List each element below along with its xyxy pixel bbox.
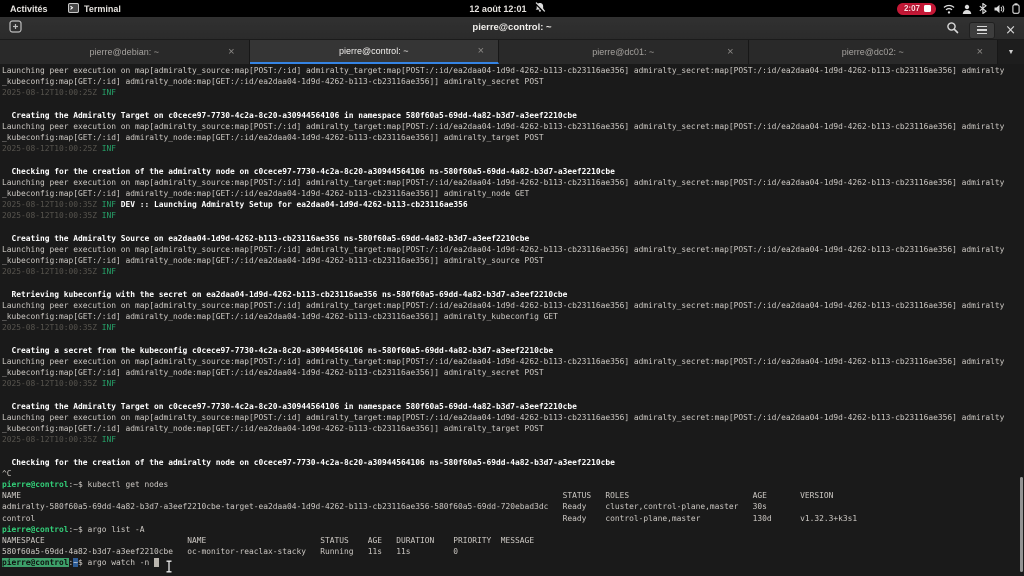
- terminal-line: Launching peer execution on map[admiralt…: [2, 300, 1024, 311]
- terminal-app-icon: [68, 3, 79, 15]
- terminal-line: Launching peer execution on map[admiralt…: [2, 177, 1024, 188]
- terminal-line: 2025-08-12T10:00:35Z INF: [2, 266, 1024, 277]
- terminal-line: Creating the Admiralty Target on c0cece9…: [2, 110, 1024, 121]
- window-title: pierre@control: ~: [0, 22, 1024, 33]
- terminal-line: Launching peer execution on map[admiralt…: [2, 121, 1024, 132]
- terminal-line: [2, 334, 1024, 345]
- terminal-line: Retrieving kubeconfig with the secret on…: [2, 289, 1024, 300]
- terminal-line: _kubeconfig:map[GET:/:id] admiralty_node…: [2, 423, 1024, 434]
- search-button[interactable]: [946, 21, 959, 39]
- terminal-tab[interactable]: pierre@dc01: ~ ×: [499, 40, 749, 64]
- terminal-line: Launching peer execution on map[admiralt…: [2, 65, 1024, 76]
- app-menu-label: Terminal: [84, 4, 121, 14]
- chevron-down-icon: ▼: [1008, 49, 1015, 56]
- tab-close-button[interactable]: ×: [478, 46, 484, 56]
- app-menu-button[interactable]: Terminal: [68, 3, 121, 15]
- clock-label: 12 août 12:01: [469, 4, 526, 14]
- terminal-line: ^C: [2, 468, 1024, 479]
- stop-recording-icon: [924, 5, 931, 12]
- notifications-disabled-icon: [534, 2, 545, 15]
- terminal-line: _kubeconfig:map[GET:/:id] admiralty_node…: [2, 188, 1024, 199]
- tab-label: pierre@control: ~: [339, 46, 408, 56]
- terminal-line: _kubeconfig:map[GET:/:id] admiralty_node…: [2, 255, 1024, 266]
- terminal-line: 2025-08-12T10:00:25Z INF: [2, 143, 1024, 154]
- tab-label: pierre@dc01: ~: [592, 47, 654, 57]
- desktop: Activités Terminal 12 août 12:01 2:07: [0, 0, 1024, 576]
- terminal-line: Launching peer execution on map[admiralt…: [2, 244, 1024, 255]
- terminal-line: 2025-08-12T10:00:35Z INF: [2, 210, 1024, 221]
- close-window-button[interactable]: ×: [1005, 24, 1016, 37]
- terminal-line: [2, 222, 1024, 233]
- clock-menu[interactable]: 12 août 12:01: [469, 2, 545, 15]
- user-icon: [962, 4, 972, 14]
- terminal-line: 2025-08-12T10:00:35Z INF: [2, 434, 1024, 445]
- terminal-line: [2, 278, 1024, 289]
- terminal-line: _kubeconfig:map[GET:/:id] admiralty_node…: [2, 367, 1024, 378]
- mouse-ibeam-cursor: [165, 560, 174, 576]
- terminal-titlebar[interactable]: pierre@control: ~ ×: [0, 17, 1024, 40]
- terminal-line: 2025-08-12T10:00:35Z INF DEV :: Launchin…: [2, 199, 1024, 210]
- terminal-line: Creating the Admiralty Target on c0cece9…: [2, 401, 1024, 412]
- tab-close-button[interactable]: ×: [228, 47, 234, 57]
- volume-icon: [994, 4, 1005, 14]
- terminal-line: Launching peer execution on map[admiralt…: [2, 356, 1024, 367]
- system-tray-menu[interactable]: 2:07: [897, 0, 1020, 17]
- terminal-line: Checking for the creation of the admiral…: [2, 457, 1024, 468]
- menu-button[interactable]: [969, 22, 995, 39]
- terminal-line: pierre@control:~$ kubectl get nodes: [2, 479, 1024, 490]
- terminal-line: admiralty-580f60a5-69dd-4a82-b3d7-a3eef2…: [2, 501, 1024, 512]
- terminal-line: 2025-08-12T10:00:35Z INF: [2, 322, 1024, 333]
- terminal-tab[interactable]: pierre@dc02: ~ ×: [749, 40, 999, 64]
- battery-icon: [1012, 3, 1020, 14]
- terminal-line: NAMESPACE NAME STATUS AGE DURATION PRIOR…: [2, 535, 1024, 546]
- terminal-line: [2, 99, 1024, 110]
- bluetooth-icon: [979, 3, 987, 14]
- tab-close-button[interactable]: ×: [727, 47, 733, 57]
- terminal-tab[interactable]: pierre@debian: ~ ×: [0, 40, 250, 64]
- gnome-top-bar: Activités Terminal 12 août 12:01 2:07: [0, 0, 1024, 17]
- tab-close-button[interactable]: ×: [977, 47, 983, 57]
- terminal-line: Checking for the creation of the admiral…: [2, 166, 1024, 177]
- terminal-line: pierre@control:~$ argo list -A: [2, 524, 1024, 535]
- terminal-line: Launching peer execution on map[admiralt…: [2, 412, 1024, 423]
- terminal-line: 2025-08-12T10:00:25Z INF: [2, 87, 1024, 98]
- terminal-line: [2, 155, 1024, 166]
- terminal-line: control Ready control-plane,master 130d …: [2, 513, 1024, 524]
- recording-timer: 2:07: [904, 4, 920, 13]
- terminal-line: 2025-08-12T10:00:35Z INF: [2, 378, 1024, 389]
- tab-label: pierre@debian: ~: [90, 47, 159, 57]
- screen-recording-badge[interactable]: 2:07: [897, 3, 936, 15]
- terminal-line: Creating a secret from the kubeconfig c0…: [2, 345, 1024, 356]
- terminal-tab[interactable]: pierre@control: ~ ×: [250, 40, 500, 64]
- terminal-line: _kubeconfig:map[GET:/:id] admiralty_node…: [2, 311, 1024, 322]
- tab-label: pierre@dc02: ~: [842, 47, 904, 57]
- terminal-line: [2, 445, 1024, 456]
- tab-bar: pierre@debian: ~×pierre@control: ~×pierr…: [0, 40, 1024, 64]
- terminal-line: [2, 389, 1024, 400]
- wifi-icon: [943, 4, 955, 14]
- tabs-overflow-button[interactable]: ▼: [998, 40, 1024, 64]
- terminal-line: pierre@control:~$ argo watch -n: [2, 557, 1024, 568]
- activities-button[interactable]: Activités: [10, 4, 48, 14]
- search-icon: [946, 21, 959, 38]
- terminal-line: _kubeconfig:map[GET:/:id] admiralty_node…: [2, 76, 1024, 87]
- close-icon: ×: [1005, 23, 1016, 38]
- terminal-output[interactable]: Launching peer execution on map[admiralt…: [0, 64, 1024, 576]
- terminal-line: Creating the Admiralty Source on ea2daa0…: [2, 233, 1024, 244]
- terminal-line: 580f60a5-69dd-4a82-b3d7-a3eef2210cbe oc-…: [2, 546, 1024, 557]
- terminal-line: _kubeconfig:map[GET:/:id] admiralty_node…: [2, 132, 1024, 143]
- scrollbar-thumb[interactable]: [1020, 477, 1023, 572]
- terminal-line: NAME STATUS ROLES AGE VERSION: [2, 490, 1024, 501]
